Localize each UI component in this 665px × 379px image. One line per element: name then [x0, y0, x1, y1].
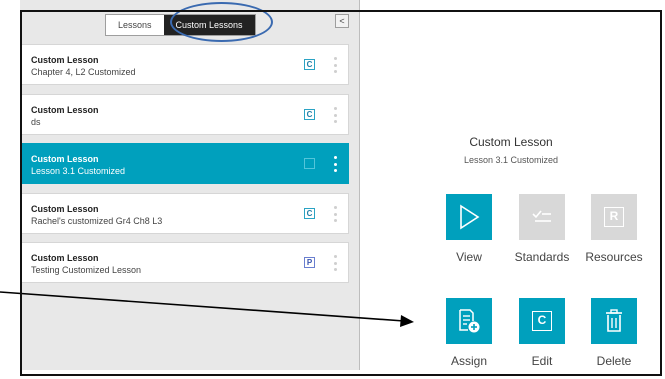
lesson-item[interactable]: Custom Lesson Rachel's customized Gr4 Ch… [20, 193, 349, 234]
lesson-type-badge-icon: C [304, 59, 315, 70]
play-triangle-icon [446, 194, 492, 240]
detail-title: Custom Lesson [469, 135, 553, 149]
tab-lessons[interactable]: Lessons [106, 15, 164, 35]
tab-custom-lessons[interactable]: Custom Lessons [163, 15, 255, 35]
detail-subtitle: Lesson 3.1 Customized [463, 155, 559, 165]
lesson-item-subtitle: Rachel's customized Gr4 Ch8 L3 [31, 216, 163, 226]
delete-button[interactable]: Delete [579, 298, 649, 368]
lesson-item[interactable]: Custom Lesson ds C [20, 94, 349, 135]
lesson-item-subtitle: Chapter 4, L2 Customized [31, 67, 136, 77]
view-label: View [456, 250, 482, 264]
lesson-item[interactable]: Custom Lesson Testing Customized Lesson … [20, 242, 349, 283]
delete-label: Delete [596, 354, 632, 368]
standards-label: Standards [514, 250, 570, 264]
lesson-item[interactable]: Custom Lesson Chapter 4, L2 Customized C [20, 44, 349, 85]
lesson-type-badge-icon: C [304, 109, 315, 120]
lesson-item-selected[interactable]: Custom Lesson Lesson 3.1 Customized C [20, 143, 349, 184]
lesson-type-badge-icon: P [304, 257, 315, 268]
more-options-icon[interactable] [334, 255, 338, 271]
more-options-icon[interactable] [334, 156, 338, 172]
standards-button[interactable]: Standards [507, 194, 577, 264]
resources-r-icon: R [591, 194, 637, 240]
resources-button[interactable]: R Resources [579, 194, 649, 264]
trash-icon [591, 298, 637, 344]
checklist-icon [519, 194, 565, 240]
edit-label: Edit [531, 354, 553, 368]
assign-label: Assign [450, 354, 488, 368]
lesson-item-subtitle: Testing Customized Lesson [31, 265, 142, 275]
edit-c-icon: C [519, 298, 565, 344]
more-options-icon[interactable] [334, 57, 338, 73]
lesson-type-badge-icon: C [304, 158, 315, 169]
lesson-item-title: Custom Lesson [31, 154, 99, 164]
collapse-panel-button[interactable]: < [335, 14, 349, 28]
lesson-item-subtitle: Lesson 3.1 Customized [31, 166, 126, 176]
resources-label: Resources [585, 250, 643, 264]
lesson-item-title: Custom Lesson [31, 55, 99, 65]
lesson-item-title: Custom Lesson [31, 253, 99, 263]
assign-document-plus-icon [446, 298, 492, 344]
view-button[interactable]: View [434, 194, 504, 264]
lesson-item-subtitle: ds [31, 117, 41, 127]
edit-button[interactable]: C Edit [507, 298, 577, 368]
more-options-icon[interactable] [334, 107, 338, 123]
lesson-tabs: Lessons Custom Lessons [105, 14, 256, 36]
more-options-icon[interactable] [334, 206, 338, 222]
lesson-type-badge-icon: C [304, 208, 315, 219]
lesson-item-title: Custom Lesson [31, 105, 99, 115]
assign-button[interactable]: Assign [434, 298, 504, 368]
lesson-item-title: Custom Lesson [31, 204, 99, 214]
